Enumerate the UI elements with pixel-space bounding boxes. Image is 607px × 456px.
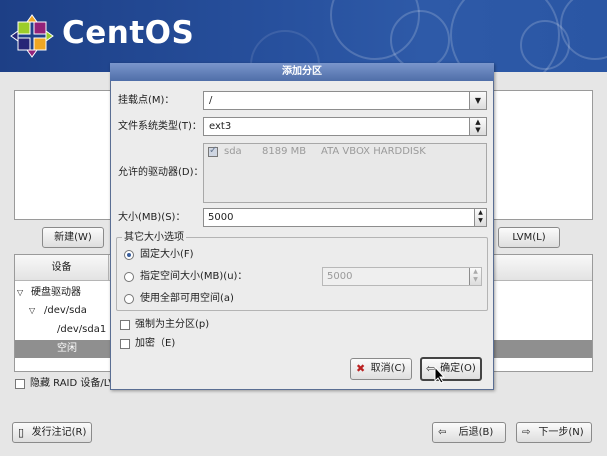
encrypt-label: 加密（E) xyxy=(135,338,176,349)
other-size-options-legend: 其它大小选项 xyxy=(122,231,186,245)
tree-label: 空闲 xyxy=(57,343,77,354)
mount-point-value: / xyxy=(209,95,213,106)
fill-up-to-label: 指定空间大小(MB)(u)： xyxy=(140,271,248,282)
expander-down-icon[interactable]: ▽ xyxy=(29,302,35,320)
hide-raid-label: 隐藏 RAID 设备/LV xyxy=(30,378,116,389)
back-label: 后退(B) xyxy=(458,427,494,438)
fill-up-to-radio[interactable] xyxy=(124,272,134,282)
release-notes-label: 发行注记(R) xyxy=(31,427,87,438)
encrypt-checkbox[interactable] xyxy=(120,339,130,349)
filesystem-type-label: 文件系统类型(T)： xyxy=(118,121,202,132)
fill-all-radio[interactable] xyxy=(124,294,134,304)
force-primary-label: 强制为主分区(p) xyxy=(135,319,210,330)
updown-arrow-icon[interactable]: ▲ ▼ xyxy=(469,118,486,135)
drive-model: ATA VBOX HARDDISK xyxy=(321,146,426,157)
hide-raid-checkbox[interactable] xyxy=(15,379,25,389)
drive-name: sda xyxy=(224,146,242,157)
release-notes-button[interactable]: ▯ 发行注记(R) xyxy=(12,422,92,443)
spin-arrows-icon[interactable]: ▲ ▼ xyxy=(474,209,486,226)
next-label: 下一步(N) xyxy=(538,427,584,438)
ok-button[interactable]: ⇦ 确定(O) xyxy=(420,357,482,381)
force-primary-checkbox[interactable] xyxy=(120,320,130,330)
drive-size: 8189 MB xyxy=(262,146,307,157)
mount-point-label: 挂载点(M)： xyxy=(118,95,175,106)
dialog-title: 添加分区 xyxy=(110,63,494,81)
back-button[interactable]: ⇦ 后退(B) xyxy=(432,422,506,443)
tree-label: /dev/sda1 xyxy=(57,324,107,335)
fixed-size-label: 固定大小(F) xyxy=(140,249,194,260)
tree-label: /dev/sda xyxy=(44,305,87,316)
fill-all-label: 使用全部可用空间(a) xyxy=(140,293,234,304)
new-partition-button[interactable]: 新建(W) xyxy=(42,227,104,248)
fill-up-to-spinbox[interactable]: 5000 ▲ ▼ xyxy=(322,267,482,286)
size-spinbox[interactable]: 5000 ▲ ▼ xyxy=(203,208,487,227)
dropdown-arrow-icon[interactable]: ▼ xyxy=(469,92,486,109)
document-icon: ▯ xyxy=(18,426,25,439)
mount-point-combo[interactable]: / ▼ xyxy=(203,91,487,110)
fill-up-to-value: 5000 xyxy=(327,271,353,282)
cancel-label: 取消(C) xyxy=(370,363,406,374)
brand-name: CentOS xyxy=(62,15,195,51)
lvm-button[interactable]: LVM(L) xyxy=(498,227,560,248)
tree-label: 硬盘驱动器 xyxy=(31,287,81,298)
fixed-size-radio[interactable] xyxy=(124,250,134,260)
arrow-left-icon: ⇦ xyxy=(438,427,447,438)
next-button[interactable]: ⇨ 下一步(N) xyxy=(516,422,592,443)
drive-sda-checkbox[interactable] xyxy=(208,145,218,157)
allowed-drives-label: 允许的驱动器(D)： xyxy=(118,167,204,178)
filesystem-type-value: ext3 xyxy=(209,121,232,132)
expander-down-icon[interactable]: ▽ xyxy=(17,284,23,302)
cancel-button[interactable]: ✖ 取消(C) xyxy=(350,358,412,380)
centos-logo-icon xyxy=(10,14,54,58)
mouse-cursor-icon xyxy=(434,366,446,384)
filesystem-type-select[interactable]: ext3 ▲ ▼ xyxy=(203,117,487,136)
size-value: 5000 xyxy=(208,212,234,223)
close-icon: ✖ xyxy=(356,362,366,375)
size-label: 大小(MB)(S)： xyxy=(118,212,186,223)
spin-arrows-icon[interactable]: ▲ ▼ xyxy=(469,268,481,285)
column-header-device[interactable]: 设备 xyxy=(15,255,109,281)
arrow-right-icon: ⇨ xyxy=(522,427,531,438)
